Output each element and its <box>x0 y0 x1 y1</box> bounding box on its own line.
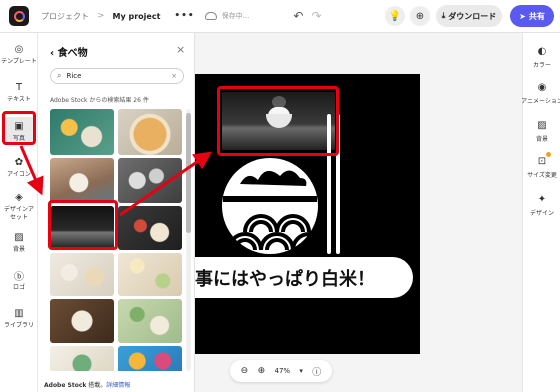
annotation-arrows <box>19 145 212 217</box>
arrow-thumbnail-to-canvas <box>119 151 212 217</box>
arrow-rail-to-thumbnail <box>19 145 44 196</box>
app-window: プロジェクト > My project ••• 保存中... ↶ ↷ 💡 ⊕ ⤓… <box>0 0 560 392</box>
